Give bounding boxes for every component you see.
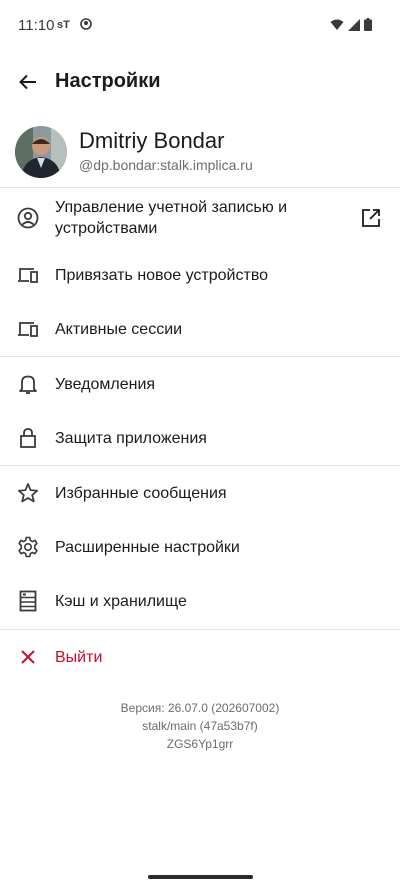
close-icon [16,645,40,669]
menu-item-sessions[interactable]: Активные сессии [0,302,400,356]
menu-item-account[interactable]: Управление учетной записью и устройствам… [0,190,400,246]
menu-label-logout: Выйти [55,649,103,666]
arrow-back-icon [19,74,36,90]
bell-icon [16,372,40,396]
menu-label-account: Управление учетной записью и устройствам… [55,199,288,237]
menu-label-cache: Кэш и хранилище [55,593,187,610]
menu-label-advanced: Расширенные настройки [55,539,240,556]
menu-item-cache[interactable]: Кэш и хранилище [0,574,400,628]
menu-item-favorites[interactable]: Избранные сообщения [0,466,400,520]
account-circle-icon [16,206,40,230]
menu-item-advanced[interactable]: Расширенные настройки [0,520,400,574]
divider [0,187,400,188]
menu-label-app-lock: Защита приложения [55,430,207,447]
menu-item-notifications[interactable]: Уведомления [0,357,400,411]
app-bar: Настройки [0,52,400,112]
profile-name: Dmitriy Bondar [79,128,225,153]
devices-icon [16,317,40,341]
logout-button[interactable]: Выйти [0,630,400,684]
profile-user-id: @dp.bondar:stalk.implica.ru [79,157,253,173]
notification-icon [80,18,92,30]
carrier-label: sT [57,19,70,31]
avatar[interactable] [15,126,67,178]
status-icons [330,18,372,31]
wifi-icon [330,19,344,30]
menu-item-link-device[interactable]: Привязать новое устройство [0,248,400,302]
back-button[interactable] [14,68,42,96]
star-icon [16,481,40,505]
open-external-icon [360,207,382,229]
version-info: Версия: 26.07.0 (202607002) stalk/main (… [0,699,400,753]
build-branch: stalk/main (47a53b7f) [142,719,258,733]
home-indicator[interactable] [148,875,253,879]
status-bar: 11:10 sT [0,0,400,52]
menu-label-notifications: Уведомления [55,376,156,393]
menu-label-sessions: Активные сессии [55,321,183,338]
status-time: 11:10 [18,17,55,34]
devices-icon [16,263,40,287]
build-id: ZGS6Yp1grr [166,737,234,751]
storage-icon [16,589,40,613]
version-line: Версия: 26.07.0 (202607002) [120,701,280,715]
battery-icon [364,18,372,31]
menu-label-link-device: Привязать новое устройство [55,267,269,284]
page-title: Настройки [55,70,161,92]
signal-icon [348,18,360,31]
gear-icon [16,535,40,559]
lock-icon [16,426,40,450]
menu-item-app-lock[interactable]: Защита приложения [0,411,400,465]
menu-label-favorites: Избранные сообщения [55,485,227,502]
profile-card[interactable]: Dmitriy Bondar @dp.bondar:stalk.implica.… [0,120,400,184]
